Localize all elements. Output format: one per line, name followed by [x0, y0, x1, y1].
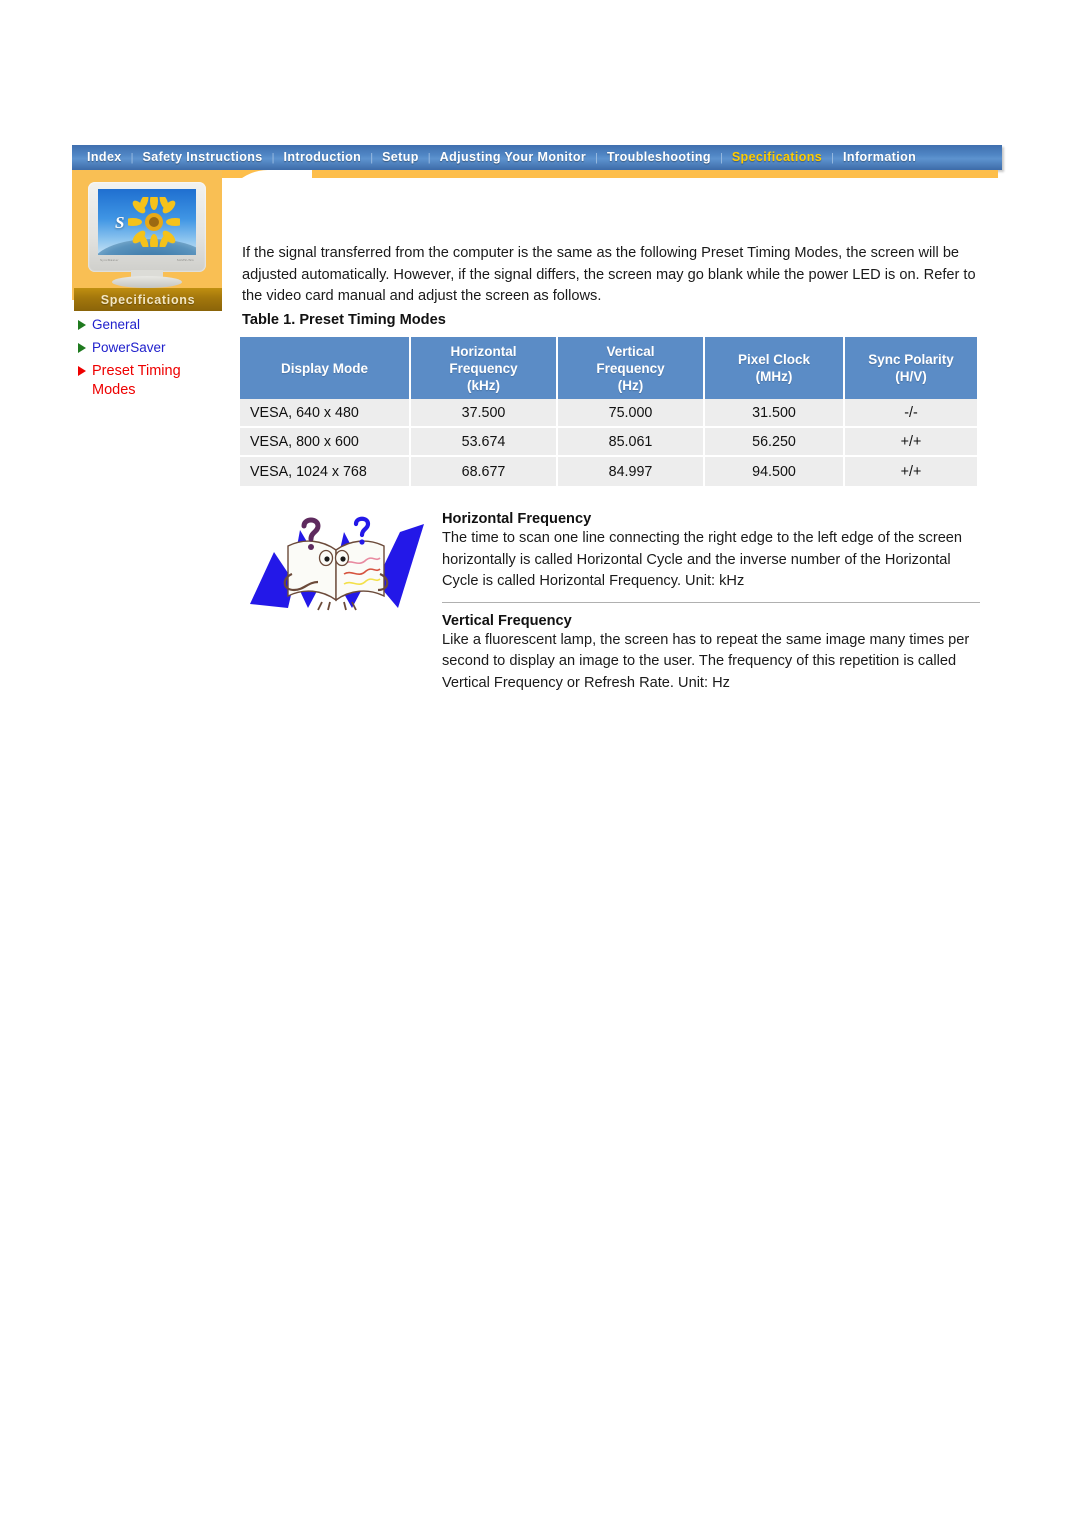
nav-item-troubleshooting[interactable]: Troubleshooting — [598, 145, 720, 170]
frequency-definitions: Horizontal Frequency The time to scan on… — [442, 511, 980, 694]
table-header-cell: Pixel Clock (MHz) — [705, 337, 845, 399]
table-header-row: Display Mode Horizontal Frequency (kHz) Vert… — [240, 337, 977, 399]
table-cell-vfreq: 75.000 — [558, 399, 705, 428]
content-background-fill — [222, 178, 1002, 238]
preset-timing-modes-table: Display Mode Horizontal Frequency (kHz) Vert… — [240, 337, 977, 486]
horizontal-frequency-body: The time to scan one line connecting the… — [442, 530, 963, 589]
horizontal-frequency-title: Horizontal Frequency — [442, 511, 592, 527]
table-cell-hfreq: 37.500 — [411, 399, 558, 428]
table-header-line: Sync Polarity — [868, 352, 954, 367]
table-header-line: Horizontal — [450, 343, 517, 359]
table-header-line: (Hz) — [617, 377, 644, 393]
nav-separator: | — [719, 151, 723, 164]
table-header-cell: Vertical Frequency (Hz) — [558, 337, 705, 399]
intro-paragraph: If the signal transferred from the compu… — [242, 245, 976, 304]
monitor-bezel: S SyncMaster SAMSUNG — [88, 182, 206, 272]
sidebar-item-powersaver[interactable]: PowerSaver — [78, 339, 228, 356]
table-header-cell: Display Mode — [240, 337, 411, 399]
nav-item-index[interactable]: Index — [78, 145, 131, 170]
monitor-base — [112, 276, 182, 288]
nav-item-setup[interactable]: Setup — [373, 145, 428, 170]
sidebar-item-general[interactable]: General — [78, 316, 228, 333]
vertical-frequency-body: Like a fluorescent lamp, the screen has … — [442, 631, 970, 691]
table-cell-sync: +/+ — [845, 428, 977, 457]
sunflower-icon — [128, 197, 180, 247]
sidebar-item-label: General — [92, 317, 141, 332]
table-header-line: (kHz) — [467, 377, 500, 393]
table-cell-mode: VESA, 640 x 480 — [240, 399, 411, 428]
nav-separator: | — [595, 151, 599, 164]
arrow-right-icon — [78, 343, 86, 353]
table-header-line: Frequency — [596, 360, 665, 376]
monitor-screen-letter: S — [115, 213, 125, 232]
arrow-right-icon — [78, 320, 86, 330]
table-row: VESA, 640 x 480 37.500 75.000 31.500 -/- — [240, 399, 977, 428]
nav-item-adjusting-your-monitor[interactable]: Adjusting Your Monitor — [431, 145, 596, 170]
arrow-right-icon — [78, 366, 86, 376]
sidebar-section-title: Specifications — [100, 292, 196, 307]
table-cell-mode: VESA, 800 x 600 — [240, 428, 411, 457]
monitor-screen: S — [98, 189, 196, 255]
table-row: VESA, 800 x 600 53.674 85.061 56.250 +/+ — [240, 428, 977, 457]
table-cell-pclock: 31.500 — [705, 399, 845, 428]
table-cell-pclock: 56.250 — [705, 428, 845, 457]
sidebar-item-label: Preset Timing Modes — [92, 363, 181, 398]
sidebar-item-preset-timing-modes[interactable]: Preset Timing Modes — [78, 362, 228, 400]
monitor-product-image: S SyncMaster SAMSUNG — [88, 182, 206, 288]
table-cell-vfreq: 85.061 — [558, 428, 705, 457]
table-cell-hfreq: 68.677 — [411, 457, 558, 486]
sidebar-section-title-bar: Specifications — [74, 288, 222, 311]
nav-item-introduction[interactable]: Introduction — [275, 145, 371, 170]
vertical-frequency-title: Vertical Frequency — [442, 612, 572, 629]
table-cell-hfreq: 53.674 — [411, 428, 558, 457]
table-cell-sync: +/+ — [845, 457, 977, 486]
table-header-line: Frequency — [449, 360, 518, 376]
sidebar-link-list: General PowerSaver Preset Timing Modes — [78, 316, 228, 406]
table-cell-mode: VESA, 1024 x 768 — [240, 457, 411, 486]
nav-separator: | — [831, 151, 835, 164]
table-cell-sync: -/- — [845, 399, 977, 428]
table-cell-vfreq: 84.997 — [558, 457, 705, 486]
open-book-question-illustration — [250, 516, 424, 611]
table-header-line: (MHz) — [755, 369, 793, 384]
table-body: VESA, 640 x 480 37.500 75.000 31.500 -/- VESA… — [240, 399, 977, 486]
table-header-line: (H/V) — [895, 369, 927, 384]
table-header-line: Vertical — [606, 343, 655, 359]
table-head: Display Mode Horizontal Frequency (kHz) Vert… — [240, 337, 977, 399]
table-row: VESA, 1024 x 768 68.677 84.997 94.500 +/+ — [240, 457, 977, 486]
table-header-line: Pixel Clock — [737, 352, 811, 367]
nav-separator: | — [130, 151, 134, 164]
nav-item-safety-instructions[interactable]: Safety Instructions — [134, 145, 272, 170]
table-caption: Table 1. Preset Timing Modes — [242, 312, 446, 328]
table-header-cell: Horizontal Frequency (kHz) — [411, 337, 558, 399]
section-divider — [442, 601, 980, 603]
nav-item-specifications[interactable]: Specifications — [723, 145, 831, 170]
monitor-brand-label-right: SAMSUNG — [176, 258, 194, 262]
monitor-brand-label-left: SyncMaster — [100, 258, 119, 262]
nav-separator: | — [271, 151, 275, 164]
nav-separator: | — [370, 151, 374, 164]
sidebar-item-label: PowerSaver — [92, 340, 166, 355]
table-header-line: Display Mode — [280, 360, 369, 376]
nav-item-information[interactable]: Information — [834, 145, 925, 170]
top-navigation-bar: Index | Safety Instructions | Introduction | S… — [72, 145, 1002, 170]
table-cell-pclock: 94.500 — [705, 457, 845, 486]
nav-separator: | — [427, 151, 431, 164]
table-header-cell: Sync Polarity (H/V) — [845, 337, 977, 399]
